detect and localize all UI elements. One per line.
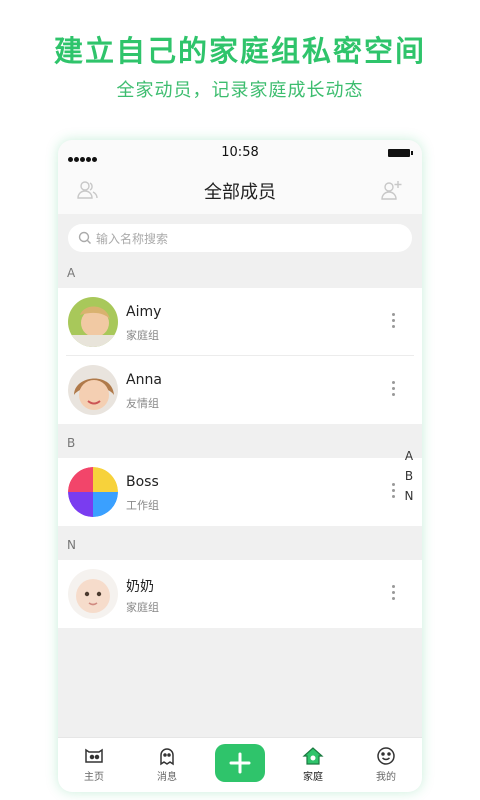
member-row-anna[interactable]: Anna 友情组 (58, 356, 422, 424)
member-name: Aimy (126, 304, 162, 320)
message-ghost-icon (160, 748, 174, 766)
section-letter-b: B (67, 436, 76, 450)
family-house-icon (302, 747, 324, 765)
member-group: 家庭组 (126, 329, 159, 342)
more-options-icon[interactable] (392, 483, 396, 501)
tab-bar: 主页 消息 家庭 我的 (58, 737, 422, 792)
avatar (68, 365, 118, 415)
member-name: Anna (126, 372, 162, 388)
avatar (68, 467, 118, 517)
section-letter-n: N (67, 538, 76, 552)
section-letter-a: A (67, 266, 76, 280)
phone-screen: 10:58 全部成员 输入名称搜索 A Aimy 家庭组 Anna 友情组 B … (58, 140, 422, 792)
tab-label: 我的 (376, 772, 396, 783)
index-letter[interactable]: B (402, 466, 416, 486)
member-name: Boss (126, 474, 159, 490)
index-letter[interactable]: A (402, 446, 416, 466)
search-input[interactable]: 输入名称搜索 (68, 224, 412, 252)
section-card-a: Aimy 家庭组 Anna 友情组 (58, 288, 422, 424)
more-options-icon[interactable] (392, 381, 396, 399)
tab-home[interactable]: 主页 (69, 746, 119, 783)
status-time: 10:58 (221, 145, 259, 160)
smiley-icon (377, 747, 395, 765)
tab-profile[interactable]: 我的 (361, 746, 411, 783)
section-card-n: 奶奶 家庭组 (58, 560, 422, 628)
battery-icon (388, 149, 413, 157)
add-button[interactable] (215, 744, 265, 782)
index-letter[interactable]: N (402, 486, 416, 506)
promo-subline: 全家动员，记录家庭成长动态 (116, 80, 364, 101)
member-row-grandma[interactable]: 奶奶 家庭组 (58, 560, 422, 628)
tab-messages[interactable]: 消息 (142, 746, 192, 783)
section-card-b: Boss 工作组 (58, 458, 422, 526)
member-row-aimy[interactable]: Aimy 家庭组 (58, 288, 422, 356)
search-icon (78, 231, 91, 244)
home-face-icon (85, 748, 103, 763)
tab-label: 主页 (84, 772, 104, 783)
plus-icon (229, 752, 251, 774)
add-member-icon[interactable] (380, 178, 404, 202)
alphabet-index[interactable]: A B N (402, 446, 416, 506)
nav-bar: 全部成员 (58, 166, 422, 214)
more-options-icon[interactable] (392, 585, 396, 603)
more-options-icon[interactable] (392, 313, 396, 331)
tab-label: 消息 (157, 772, 177, 783)
member-name: 奶奶 (126, 579, 154, 595)
member-group: 家庭组 (126, 601, 159, 614)
avatar (68, 569, 118, 619)
promo-headline: 建立自己的家庭组私密空间 (53, 34, 426, 68)
status-bar: 10:58 (58, 140, 422, 166)
avatar (68, 297, 118, 347)
member-row-boss[interactable]: Boss 工作组 (58, 458, 422, 526)
tab-label: 家庭 (303, 772, 323, 783)
page-title: 全部成员 (204, 182, 276, 203)
member-group: 工作组 (126, 499, 159, 512)
search-placeholder: 输入名称搜索 (96, 232, 169, 246)
member-group: 友情组 (126, 397, 159, 410)
tab-family[interactable]: 家庭 (288, 746, 338, 783)
